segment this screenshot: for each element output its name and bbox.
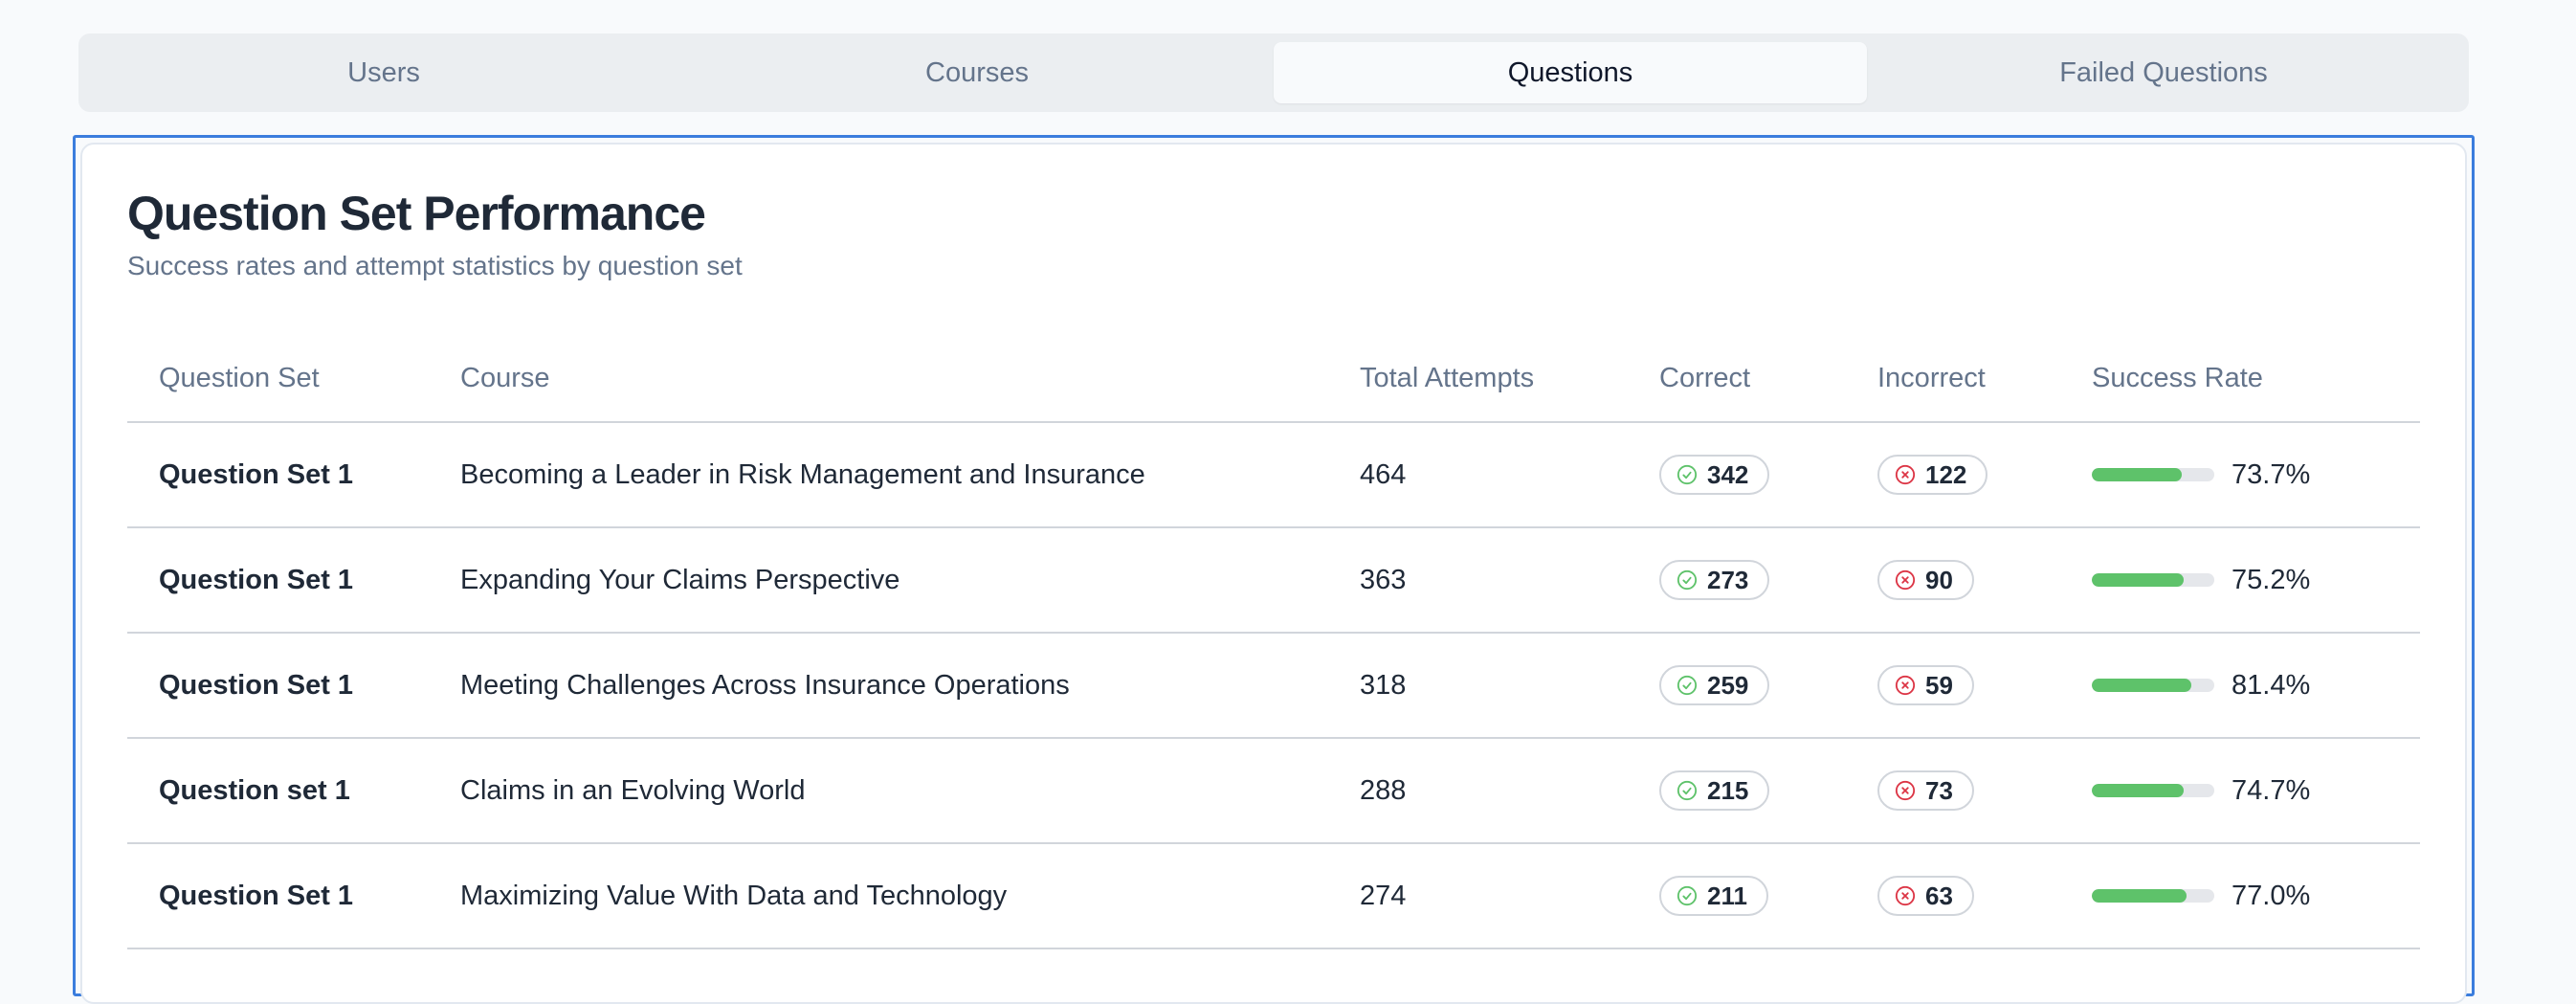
x-circle-icon	[1895, 780, 1916, 801]
header-question-set[interactable]: Question Set	[159, 335, 320, 421]
header-course[interactable]: Course	[460, 335, 550, 421]
course-name: Meeting Challenges Across Insurance Oper…	[460, 669, 1070, 701]
correct-count: 215	[1707, 775, 1749, 805]
success-rate: 77.0%	[2092, 881, 2310, 912]
course-name: Becoming a Leader in Risk Management and…	[460, 458, 1145, 490]
header-success-rate[interactable]: Success Rate	[2092, 335, 2263, 421]
total-attempts: 363	[1360, 564, 1407, 595]
success-rate-value: 74.7%	[2232, 774, 2311, 806]
header-total-attempts[interactable]: Total Attempts	[1360, 335, 1534, 421]
question-set-name: Question Set 1	[159, 564, 354, 595]
incorrect-count: 59	[1925, 670, 1953, 700]
tab-bar: Users Courses Questions Failed Questions	[78, 33, 2469, 112]
incorrect-count: 63	[1925, 881, 1953, 910]
tab-questions[interactable]: Questions	[1274, 42, 1867, 103]
x-circle-icon	[1895, 885, 1916, 906]
x-circle-icon	[1895, 675, 1916, 696]
total-attempts: 288	[1360, 774, 1407, 806]
correct-badge: 211	[1659, 876, 1768, 916]
tab-failed-questions[interactable]: Failed Questions	[1867, 42, 2460, 103]
table-row[interactable]: Question Set 1 Expanding Your Claims Per…	[127, 528, 2420, 634]
table-row[interactable]: Question Set 1 Becoming a Leader in Risk…	[127, 423, 2420, 528]
check-circle-icon	[1677, 885, 1698, 906]
success-rate-value: 81.4%	[2232, 669, 2311, 701]
success-rate-bar	[2092, 889, 2214, 903]
course-name: Claims in an Evolving World	[460, 774, 806, 806]
table-row[interactable]: Question set 1 Claims in an Evolving Wor…	[127, 739, 2420, 844]
success-rate-bar	[2092, 468, 2214, 481]
correct-badge: 215	[1659, 770, 1770, 811]
table-header: Question Set Course Total Attempts Corre…	[127, 335, 2420, 423]
x-circle-icon	[1895, 569, 1916, 591]
incorrect-badge: 122	[1877, 455, 1988, 495]
success-rate-bar	[2092, 573, 2214, 587]
success-rate-bar	[2092, 784, 2214, 797]
course-name: Maximizing Value With Data and Technolog…	[460, 880, 1008, 911]
table-row[interactable]: Question Set 1 Meeting Challenges Across…	[127, 634, 2420, 739]
check-circle-icon	[1677, 780, 1698, 801]
header-incorrect[interactable]: Incorrect	[1877, 335, 1986, 421]
tab-courses[interactable]: Courses	[680, 42, 1274, 103]
correct-badge: 259	[1659, 665, 1770, 705]
correct-count: 342	[1707, 459, 1749, 489]
incorrect-badge: 73	[1877, 770, 1974, 811]
table-row[interactable]: Question Set 1 Maximizing Value With Dat…	[127, 844, 2420, 949]
success-rate-bar-fill	[2092, 573, 2185, 587]
x-circle-icon	[1895, 464, 1916, 485]
incorrect-count: 90	[1925, 565, 1953, 594]
success-rate-bar-fill	[2092, 679, 2192, 692]
success-rate-bar-fill	[2092, 468, 2183, 481]
course-name: Expanding Your Claims Perspective	[460, 564, 900, 595]
total-attempts: 274	[1360, 880, 1407, 911]
success-rate: 74.7%	[2092, 775, 2310, 807]
tab-users[interactable]: Users	[87, 42, 680, 103]
success-rate: 75.2%	[2092, 565, 2310, 596]
success-rate-bar-fill	[2092, 889, 2187, 903]
success-rate-value: 75.2%	[2232, 564, 2311, 595]
success-rate-value: 73.7%	[2232, 458, 2311, 490]
question-set-name: Question Set 1	[159, 880, 354, 911]
check-circle-icon	[1677, 675, 1698, 696]
check-circle-icon	[1677, 569, 1698, 591]
success-rate-bar	[2092, 679, 2214, 692]
success-rate: 73.7%	[2092, 459, 2310, 491]
incorrect-count: 122	[1925, 459, 1967, 489]
incorrect-count: 73	[1925, 775, 1953, 805]
card-title: Question Set Performance	[127, 187, 706, 240]
question-set-table: Question Set Course Total Attempts Corre…	[127, 335, 2420, 949]
incorrect-badge: 90	[1877, 560, 1974, 600]
header-correct[interactable]: Correct	[1659, 335, 1750, 421]
success-rate-value: 77.0%	[2232, 880, 2311, 911]
question-set-name: Question set 1	[159, 774, 350, 806]
check-circle-icon	[1677, 464, 1698, 485]
question-set-name: Question Set 1	[159, 458, 354, 490]
total-attempts: 318	[1360, 669, 1407, 701]
correct-count: 259	[1707, 670, 1749, 700]
correct-count: 211	[1707, 881, 1747, 910]
incorrect-badge: 63	[1877, 876, 1974, 916]
incorrect-badge: 59	[1877, 665, 1974, 705]
card-subtitle: Success rates and attempt statistics by …	[127, 251, 743, 280]
question-set-name: Question Set 1	[159, 669, 354, 701]
correct-badge: 273	[1659, 560, 1770, 600]
success-rate: 81.4%	[2092, 670, 2310, 702]
success-rate-bar-fill	[2092, 784, 2184, 797]
correct-count: 273	[1707, 565, 1749, 594]
correct-badge: 342	[1659, 455, 1770, 495]
total-attempts: 464	[1360, 458, 1407, 490]
